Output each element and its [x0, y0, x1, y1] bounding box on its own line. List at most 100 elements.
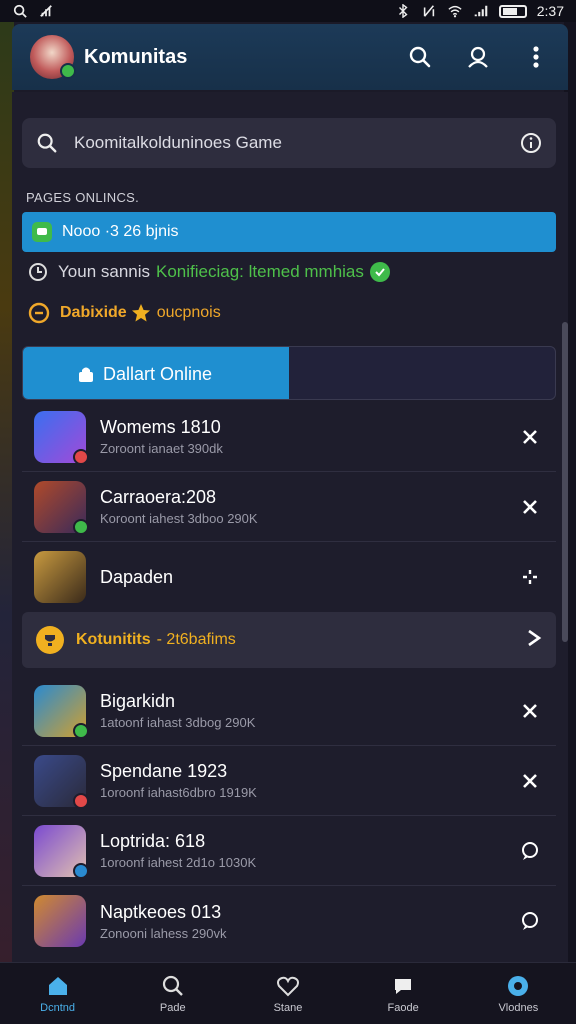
more-button[interactable]	[516, 563, 544, 591]
close-icon	[523, 429, 537, 444]
nav-item-chat[interactable]: Faode	[358, 974, 448, 1014]
remove-button[interactable]	[516, 493, 544, 521]
list-item[interactable]: Bigarkidn 1atoonf iahast 3dbog 290K	[22, 676, 556, 746]
game-subtitle: Zonooni lahess 290vk	[100, 925, 227, 941]
status-value: Konifieciag: ltemed mmhias	[156, 262, 364, 281]
points-value: oucpnois	[156, 304, 221, 321]
clock-icon	[29, 263, 47, 281]
kebab-menu-icon	[533, 46, 539, 68]
wifi-icon	[448, 5, 462, 18]
close-icon	[523, 499, 537, 514]
game-subtitle: Koroont iahest 3dboo 290K	[100, 511, 258, 526]
list-item[interactable]: Naptkeoes 013 Zonooni lahess 290vk	[22, 886, 556, 956]
nav-label: Pade	[159, 1001, 186, 1014]
search-icon	[162, 975, 183, 996]
home-icon	[48, 976, 67, 995]
trophy-icon	[36, 626, 64, 654]
app-notification-icon	[13, 4, 27, 18]
chat-bubble-icon	[522, 912, 538, 930]
signal-off-icon	[40, 5, 52, 17]
list-item[interactable]: Womems 1810 Zoroont ianaet 390dk	[22, 402, 556, 472]
online-dot-icon	[60, 63, 76, 79]
avatar[interactable]	[30, 35, 76, 79]
notice-banner[interactable]: Nooo ·3 26 bjnis	[22, 212, 556, 252]
group-header[interactable]: Kotunitits - 2t6bafims	[22, 612, 556, 668]
tab-online[interactable]: Dallart Online	[23, 347, 289, 399]
game-icon	[34, 480, 89, 535]
status-line: Youn sannis Konifieciag: ltemed mmhias	[28, 262, 390, 282]
nav-item-profile[interactable]: Vlodnes	[473, 974, 563, 1014]
game-subtitle: 1atoonf iahast 3dbog 290K	[100, 715, 256, 730]
nav-label: Vlodnes	[498, 1001, 539, 1014]
chat-button[interactable]	[516, 907, 544, 935]
add-friend-button[interactable]	[464, 43, 492, 71]
status-badge	[73, 862, 89, 879]
info-icon[interactable]	[520, 132, 542, 154]
list-item[interactable]: Loptrida: 618 1oroonf iahest 2d1o 1030K	[22, 816, 556, 886]
nav-label: Faode	[387, 1001, 419, 1014]
remove-button[interactable]	[516, 697, 544, 725]
status-badge	[73, 448, 89, 465]
game-title: Dapaden	[100, 566, 174, 587]
remove-button[interactable]	[516, 767, 544, 795]
search-placeholder: Koomitalkolduninoes Game	[74, 133, 282, 152]
nav-item-home[interactable]: Dcntnd	[13, 974, 103, 1014]
list-item[interactable]: Carraoera:208 Koroont iahest 3dboo 290K	[22, 472, 556, 542]
status-time: 2:37	[536, 3, 564, 19]
game-title: Spendane 1923	[100, 761, 228, 781]
status-badge	[73, 518, 89, 535]
section-label: PAGES ONLINCS.	[26, 190, 140, 205]
game-icon	[34, 684, 89, 739]
cell-signal-icon	[474, 5, 488, 17]
message-icon	[32, 222, 52, 242]
points-line: Dabixide oucpnois	[28, 302, 221, 324]
battery-icon	[498, 4, 527, 18]
list-item[interactable]: Spendane 1923 1oroonf iahast6dbro 1919K	[22, 746, 556, 816]
check-icon	[369, 262, 390, 282]
group-count: - 2t6bafims	[156, 631, 236, 648]
online-tab-bar: Dallart Online	[22, 346, 556, 400]
game-subtitle: 1oroonf iahast6dbro 1919K	[100, 785, 257, 800]
heart-icon	[276, 976, 299, 996]
nav-label: Dcntnd	[40, 1001, 76, 1014]
chat-icon	[395, 978, 412, 994]
more-options-button[interactable]	[522, 43, 550, 71]
bluetooth-icon	[398, 4, 408, 18]
sparkle-icon	[523, 570, 537, 584]
app-header: Komunitas	[12, 24, 568, 90]
search-icon	[37, 133, 57, 153]
game-title: Bigarkidn	[100, 691, 176, 711]
game-icon	[34, 824, 89, 879]
game-icon	[34, 410, 89, 465]
tab-online-label: Dallart Online	[103, 363, 213, 384]
close-icon	[523, 773, 537, 788]
nav-label: Stane	[273, 1001, 303, 1014]
page-title: Komunitas	[84, 45, 188, 68]
search-input[interactable]: Koomitalkolduninoes Game	[22, 118, 556, 168]
search-icon	[409, 46, 431, 68]
scrollbar[interactable]	[562, 322, 568, 642]
star-icon	[131, 304, 150, 322]
game-title: Carraoera:208	[100, 487, 217, 507]
chat-button[interactable]	[516, 837, 544, 865]
game-title: Loptrida: 618	[100, 831, 206, 851]
status-badge	[73, 722, 89, 739]
nav-item-search[interactable]: Pade	[128, 974, 218, 1014]
list-item[interactable]: Dapaden	[22, 542, 556, 612]
remove-button[interactable]	[516, 423, 544, 451]
game-title: Naptkeoes 013	[100, 901, 222, 922]
bottom-nav: Dcntnd Pade Stane Faode Vlodnes	[0, 962, 576, 1024]
game-subtitle: Zoroont ianaet 390dk	[100, 441, 223, 456]
profile-icon	[508, 975, 529, 996]
chat-bubble-icon	[522, 841, 538, 860]
status-bar: 2:37	[0, 0, 576, 22]
group-title: Kotunitits	[76, 631, 151, 648]
status-label: Youn sannis	[58, 262, 151, 281]
close-icon	[523, 703, 537, 718]
game-icon	[34, 895, 86, 947]
game-subtitle: 1oroonf iahest 2d1o 1030K	[100, 855, 257, 870]
lock-icon	[79, 367, 93, 382]
nav-item-favorites[interactable]: Stane	[243, 974, 333, 1014]
user-plus-icon	[468, 46, 488, 68]
search-button[interactable]	[406, 43, 434, 71]
